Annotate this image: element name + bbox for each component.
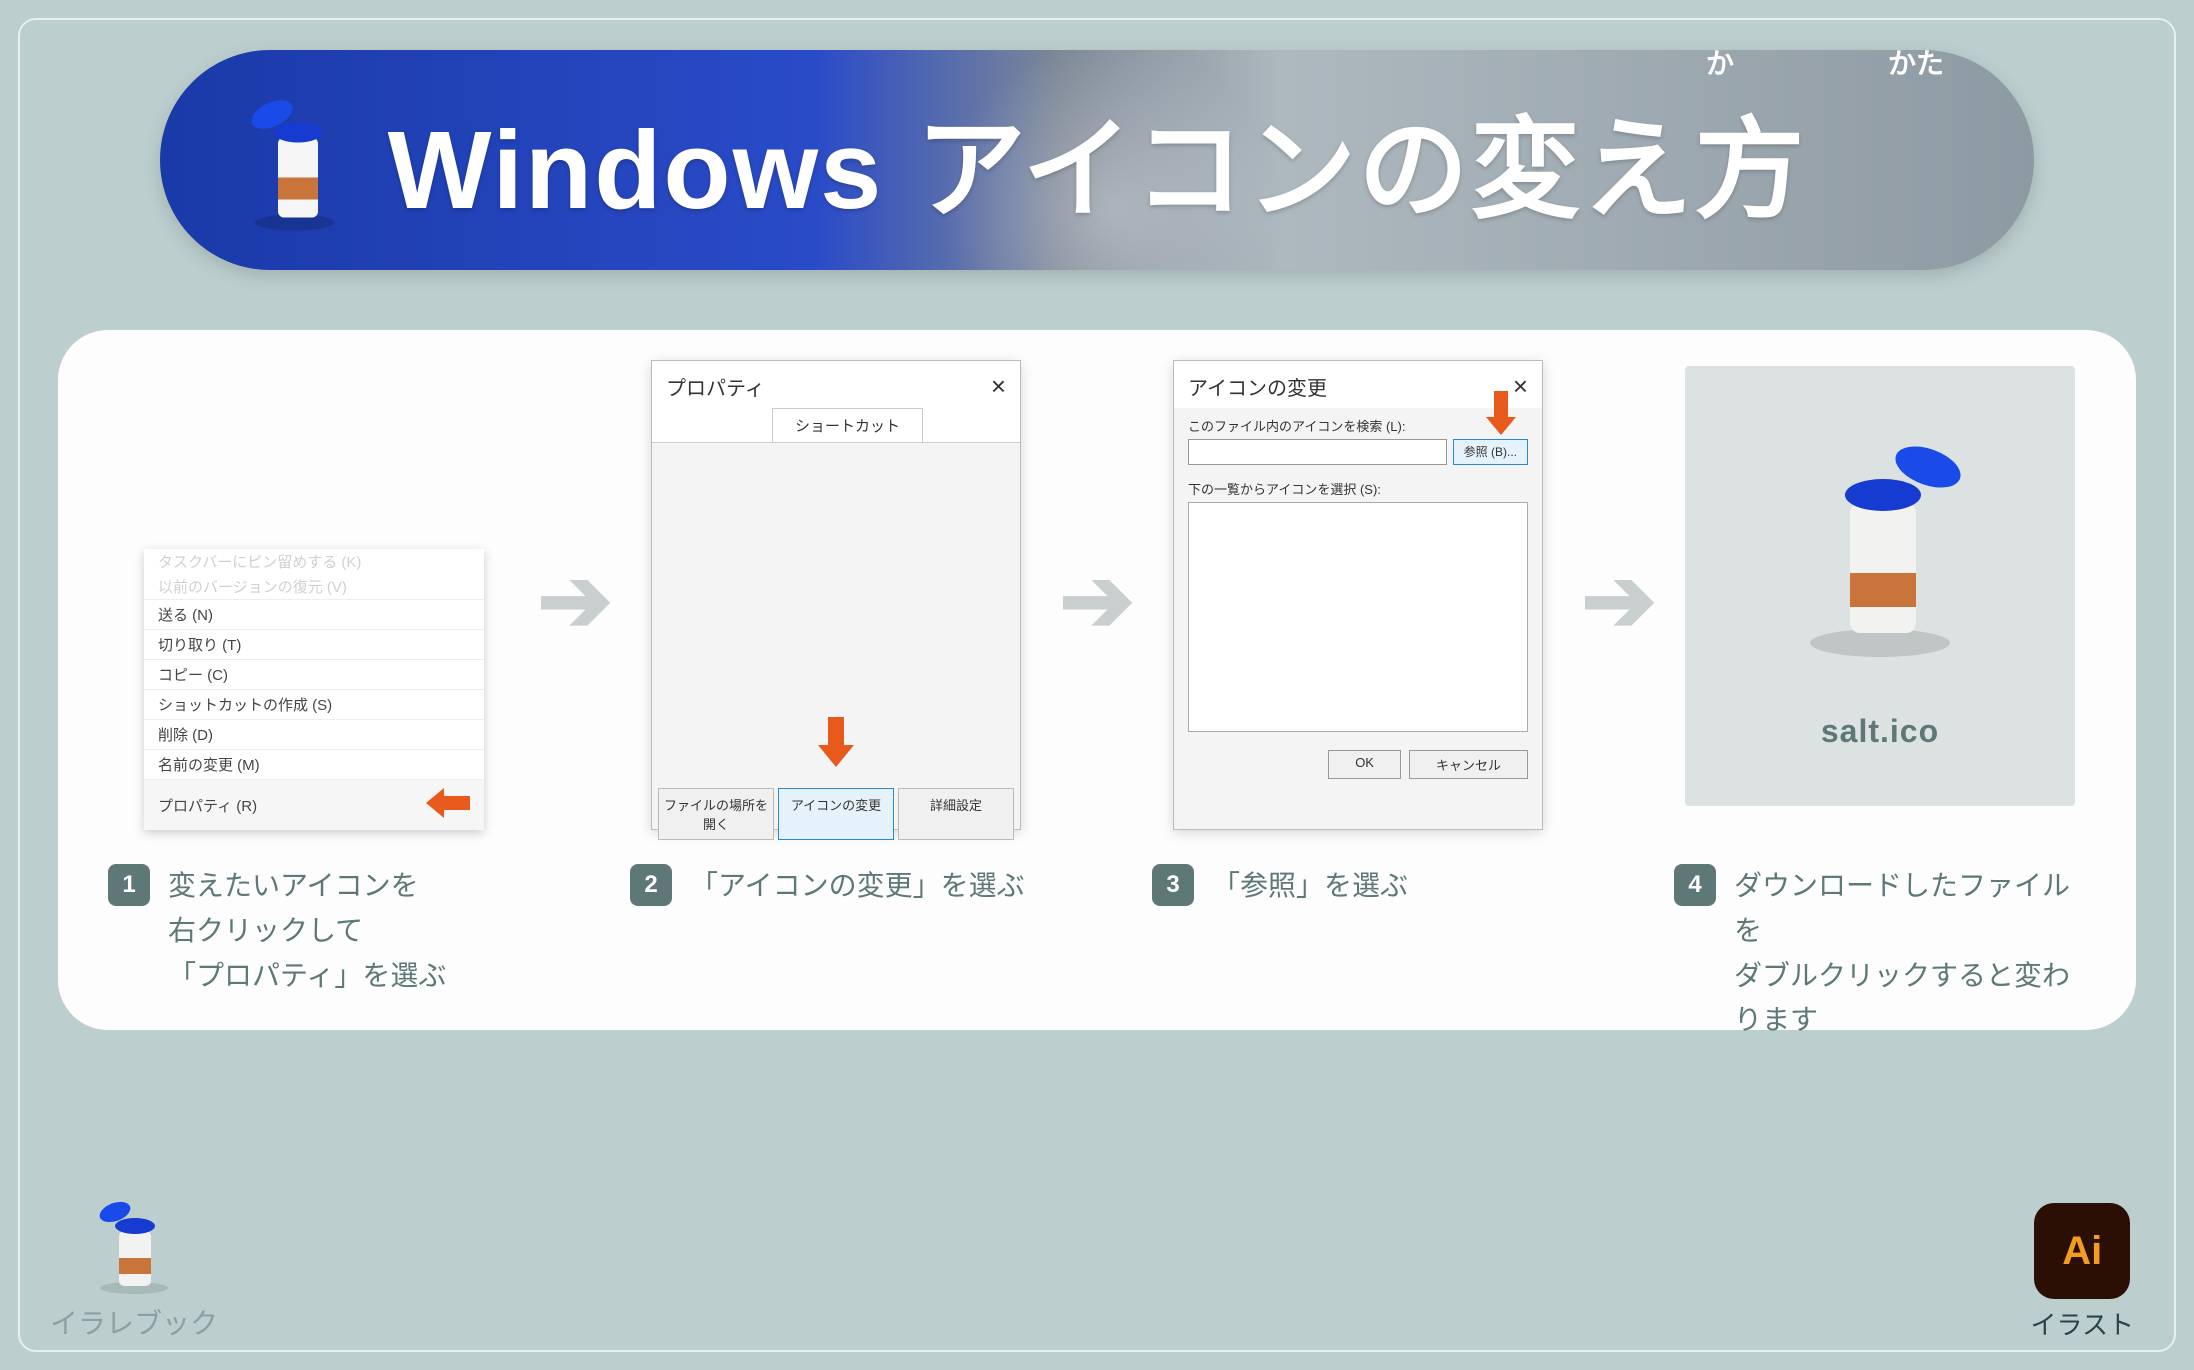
banner-title: Windows アイコンの変え方 xyxy=(388,80,1807,240)
ctx-faded-item: 以前のバージョンの復元 (V) xyxy=(144,574,484,599)
search-icon-label: このファイル内のアイコンを検索 (L): xyxy=(1188,416,1528,435)
step-text-3: 「参照」を選ぶ xyxy=(1212,864,1408,909)
flow-arrow: ➔ xyxy=(540,360,610,840)
icon-path-input[interactable] xyxy=(1188,439,1447,465)
ico-preview: salt.ico xyxy=(1685,366,2075,806)
tab-shortcut[interactable]: ショートカット xyxy=(772,408,923,442)
advanced-button[interactable]: 詳細設定 xyxy=(898,788,1014,840)
arrow-down-icon xyxy=(818,717,854,772)
ctx-item[interactable]: ショットカットの作成 (S) xyxy=(144,689,484,719)
step-text-1: 変えたいアイコンを右クリックして「プロパティ」を選ぶ xyxy=(168,864,446,998)
open-file-location-button[interactable]: ファイルの場所を開く xyxy=(658,788,774,840)
ctx-item[interactable]: 送る (N) xyxy=(144,599,484,629)
chevron-right-icon: ➔ xyxy=(1581,548,1656,653)
change-icon-button[interactable]: アイコンの変更 xyxy=(778,788,894,840)
dialog-title: アイコンの変更 xyxy=(1188,372,1327,401)
flow-arrow: ➔ xyxy=(1062,360,1132,840)
browse-button[interactable]: 参照 (B)... xyxy=(1453,439,1528,465)
ctx-item[interactable]: 削除 (D) xyxy=(144,719,484,749)
context-menu: タスクバーにピン留めする (K) 以前のバージョンの復元 (V) 送る (N) … xyxy=(144,549,484,830)
ruby-kata: かた xyxy=(1888,50,1944,82)
step-1: タスクバーにピン留めする (K) 以前のバージョンの復元 (V) 送る (N) … xyxy=(88,360,540,998)
ctx-item-properties[interactable]: プロパティ (R) xyxy=(144,779,484,830)
chevron-right-icon: ➔ xyxy=(1059,548,1134,653)
ai-badge-text: Ai xyxy=(2062,1229,2102,1274)
ctx-item[interactable]: コピー (C) xyxy=(144,659,484,689)
step-text-2: 「アイコンの変更」を選ぶ xyxy=(690,864,1025,909)
close-icon[interactable]: × xyxy=(991,371,1006,402)
step-3: アイコンの変更 × このファイル内のアイコンを検索 (L): 参照 (B)...… xyxy=(1132,360,1584,909)
ctx-faded-item: タスクバーにピン留めする (K) xyxy=(144,549,484,574)
ruby-ka: か xyxy=(1706,50,1734,82)
arrow-left-icon xyxy=(426,788,470,822)
step-number-3: 3 xyxy=(1152,864,1194,906)
flow-arrow: ➔ xyxy=(1584,360,1654,840)
salt-bottle-icon xyxy=(1780,423,1980,663)
dialog-title: プロパティ xyxy=(666,372,765,401)
footer-left: イラレブック xyxy=(50,1196,218,1342)
header-banner: か かた Windows アイコンの変え方 xyxy=(160,50,2034,270)
ctx-item-label: プロパティ (R) xyxy=(158,795,257,816)
icon-list[interactable] xyxy=(1188,502,1528,732)
step-number-2: 2 xyxy=(630,864,672,906)
salt-bottle-icon xyxy=(89,1196,179,1296)
ico-filename: salt.ico xyxy=(1821,713,1939,750)
footer-brand-label: イラレブック xyxy=(50,1302,218,1342)
ctx-item[interactable]: 切り取り (T) xyxy=(144,629,484,659)
footer-illust-label: イラスト xyxy=(2031,1305,2134,1342)
step-4: salt.ico 4 ダウンロードしたファイルをダブルクリックすると変わります xyxy=(1654,360,2106,1043)
cancel-button[interactable]: キャンセル xyxy=(1409,750,1528,779)
properties-dialog: プロパティ × ショートカット ファイルの場所を開く アイコンの変更 詳細設定 xyxy=(651,360,1021,830)
step-2: プロパティ × ショートカット ファイルの場所を開く アイコンの変更 詳細設定 xyxy=(610,360,1062,909)
select-icon-label: 下の一覧からアイコンを選択 (S): xyxy=(1188,479,1528,498)
salt-bottle-icon xyxy=(250,83,360,238)
chevron-right-icon: ➔ xyxy=(537,548,612,653)
footer-right: Ai イラスト xyxy=(2031,1203,2134,1342)
step-number-4: 4 xyxy=(1674,864,1716,906)
illustrator-icon: Ai xyxy=(2034,1203,2130,1299)
step-text-4: ダウンロードしたファイルをダブルクリックすると変わります xyxy=(1734,864,2096,1043)
ok-button[interactable]: OK xyxy=(1328,750,1401,779)
ctx-item[interactable]: 名前の変更 (M) xyxy=(144,749,484,779)
arrow-down-icon xyxy=(1486,391,1516,438)
step-number-1: 1 xyxy=(108,864,150,906)
change-icon-dialog: アイコンの変更 × このファイル内のアイコンを検索 (L): 参照 (B)...… xyxy=(1173,360,1543,830)
content-panel: タスクバーにピン留めする (K) 以前のバージョンの復元 (V) 送る (N) … xyxy=(58,330,2136,1030)
